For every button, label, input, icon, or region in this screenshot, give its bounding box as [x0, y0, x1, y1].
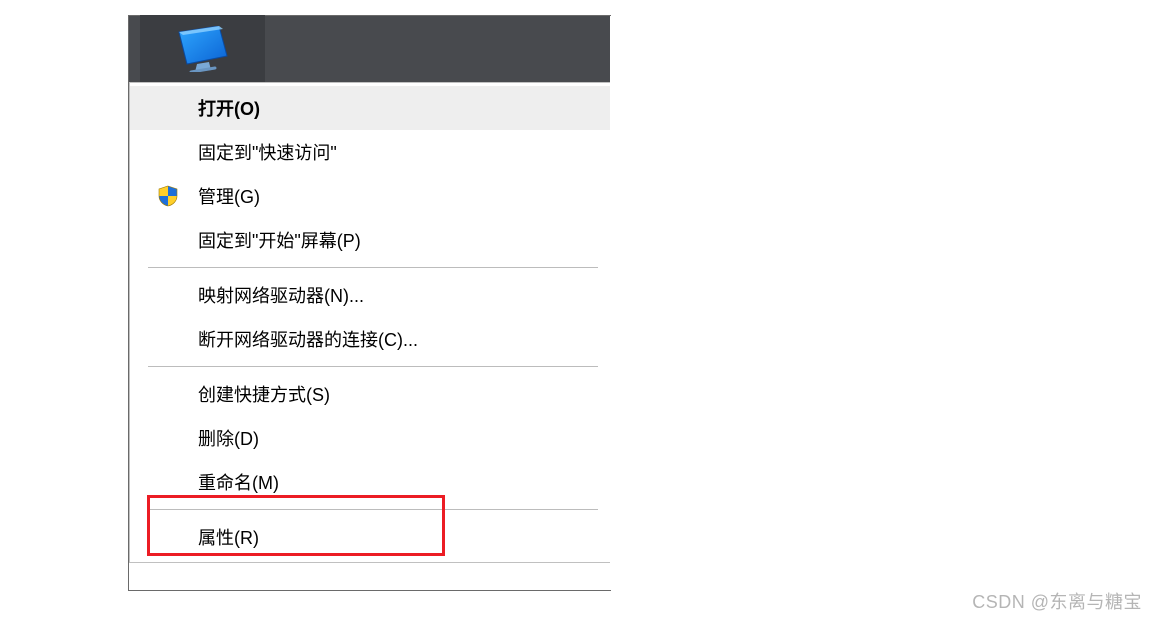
menu-item-pin-quick-access[interactable]: 固定到"快速访问" — [130, 130, 610, 174]
menu-label: 创建快捷方式(S) — [198, 381, 330, 407]
menu-label: 删除(D) — [198, 425, 259, 451]
menu-separator — [148, 267, 598, 268]
menu-separator — [148, 509, 598, 510]
menu-label: 打开(O) — [198, 95, 260, 121]
menu-item-open[interactable]: 打开(O) — [130, 86, 610, 130]
menu-item-map-network-drive[interactable]: 映射网络驱动器(N)... — [130, 273, 610, 317]
shield-uac-icon — [155, 183, 181, 209]
menu-item-create-shortcut[interactable]: 创建快捷方式(S) — [130, 372, 610, 416]
watermark-text: CSDN @东离与糖宝 — [972, 588, 1142, 614]
menu-item-rename[interactable]: 重命名(M) — [130, 460, 610, 504]
menu-separator — [148, 366, 598, 367]
menu-label: 固定到"开始"屏幕(P) — [198, 227, 361, 253]
menu-label: 映射网络驱动器(N)... — [198, 282, 364, 308]
taskbar — [129, 16, 610, 82]
menu-label: 固定到"快速访问" — [198, 139, 337, 165]
menu-label: 断开网络驱动器的连接(C)... — [198, 326, 418, 352]
menu-label: 重命名(M) — [198, 469, 279, 495]
menu-item-manage[interactable]: 管理(G) — [130, 174, 610, 218]
menu-item-delete[interactable]: 删除(D) — [130, 416, 610, 460]
taskbar-app-tile[interactable] — [140, 15, 265, 82]
menu-item-disconnect-network-drive[interactable]: 断开网络驱动器的连接(C)... — [130, 317, 610, 361]
menu-label: 属性(R) — [198, 524, 259, 550]
context-menu: 打开(O) 固定到"快速访问" 管理(G) 固定到"开始"屏幕(P) 映射网络驱… — [129, 82, 610, 563]
menu-label: 管理(G) — [198, 183, 260, 209]
menu-item-pin-start[interactable]: 固定到"开始"屏幕(P) — [130, 218, 610, 262]
this-pc-monitor-icon — [175, 26, 231, 72]
menu-item-properties[interactable]: 属性(R) — [130, 515, 610, 559]
